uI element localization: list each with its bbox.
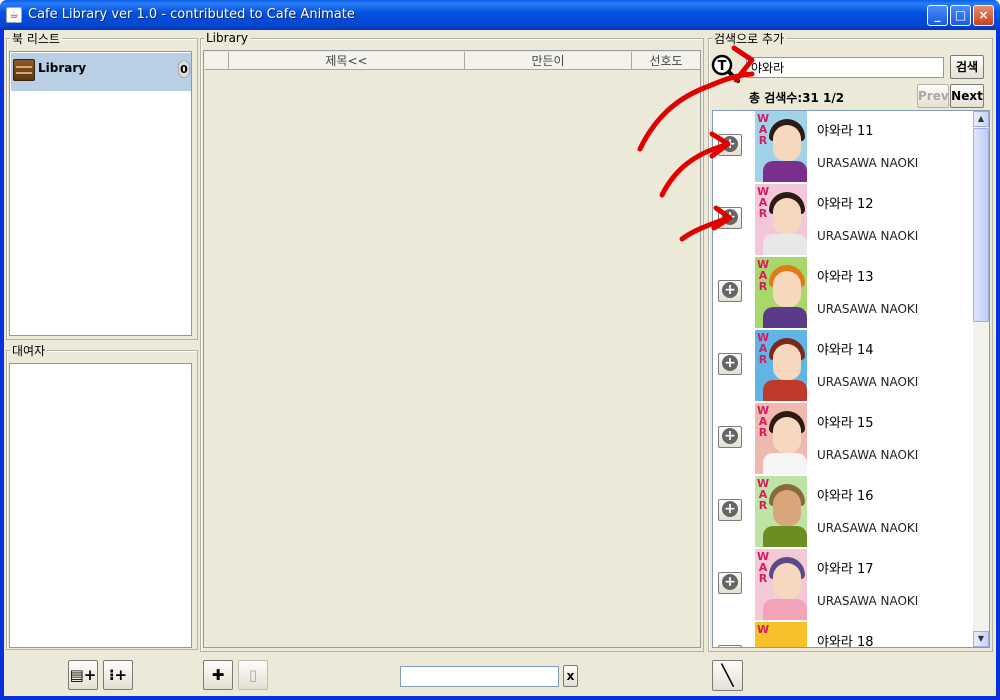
result-author: URASAWA NAOKI	[817, 375, 919, 389]
result-author: URASAWA NAOKI	[817, 302, 919, 316]
result-row: WAR 야와라 12 URASAWA NAOKI	[713, 184, 971, 257]
next-button[interactable]: Next	[950, 84, 984, 108]
booklist[interactable]: Library 0	[9, 51, 192, 336]
booklist-item-library[interactable]: Library 0	[11, 53, 191, 91]
result-title: 야와라 18	[817, 635, 874, 648]
result-title: 야와라 11	[817, 124, 874, 139]
prev-button[interactable]: Prev	[917, 84, 949, 108]
result-row: WAR 야와라 17 URASAWA NAOKI	[713, 549, 971, 622]
svg-text:T: T	[718, 59, 727, 74]
add-result-button[interactable]	[718, 280, 742, 302]
search-input[interactable]	[746, 57, 944, 78]
count-badge: 0	[178, 60, 190, 78]
result-row: WAR 야와라 16 URASAWA NAOKI	[713, 476, 971, 549]
borrower-list[interactable]	[9, 363, 192, 648]
booklist-item-label: Library	[38, 61, 87, 75]
scroll-up-icon[interactable]: ▲	[973, 111, 989, 127]
column-header-rating[interactable]: 선호도	[632, 52, 700, 70]
search-panel-label: 검색으로 추가	[712, 30, 787, 47]
borrower-label: 대여자	[10, 342, 48, 359]
result-title: 야와라 13	[817, 270, 874, 285]
result-title: 야와라 14	[817, 343, 874, 358]
result-title: 야와라 15	[817, 416, 874, 431]
maximize-button[interactable]: □	[950, 5, 971, 26]
book-cover: WAR	[755, 476, 807, 547]
window-title: Cafe Library ver 1.0 - contributed to Ca…	[28, 7, 355, 22]
result-author: URASAWA NAOKI	[817, 229, 919, 243]
bookshelf-icon	[13, 59, 35, 81]
add-booklist-button[interactable]: ▤+	[68, 660, 98, 690]
window-client-area: 북 리스트 Library 0 대여자 Library 제목<< 만든이 선호도…	[4, 30, 996, 696]
result-author: URASAWA NAOKI	[817, 156, 919, 170]
book-cover: WAR	[755, 403, 807, 474]
result-row: WAR 야와라 15 URASAWA NAOKI	[713, 403, 971, 476]
result-row: WAR 야와라 14 URASAWA NAOKI	[713, 330, 971, 403]
result-author: URASAWA NAOKI	[817, 448, 919, 462]
result-count: 총 검색수:31 1/2	[749, 91, 845, 105]
book-cover: WAR	[755, 549, 807, 620]
clear-filter-button[interactable]: x	[563, 665, 578, 687]
result-title: 야와라 16	[817, 489, 874, 504]
result-title: 야와라 17	[817, 562, 874, 577]
pen-icon[interactable]: ╲	[712, 660, 743, 691]
add-result-button[interactable]	[718, 134, 742, 156]
booklist-label: 북 리스트	[10, 30, 62, 47]
result-author: URASAWA NAOKI	[817, 594, 919, 608]
result-title: 야와라 12	[817, 197, 874, 212]
result-author: URASAWA NAOKI	[817, 521, 919, 535]
column-header-author[interactable]: 만든이	[465, 52, 632, 70]
add-result-button[interactable]	[718, 353, 742, 375]
close-button[interactable]: ×	[973, 5, 994, 26]
app-window: ☕ Cafe Library ver 1.0 - contributed to …	[0, 0, 1000, 700]
table-header: 제목<< 만든이 선호도	[205, 52, 700, 70]
add-result-button[interactable]	[718, 645, 742, 647]
column-header-index[interactable]	[205, 52, 229, 70]
add-borrower-button[interactable]: ⁝+	[103, 660, 133, 690]
library-label: Library	[204, 31, 250, 45]
result-row: WAR 야와라 13 URASAWA NAOKI	[713, 257, 971, 330]
library-table[interactable]: 제목<< 만든이 선호도	[203, 50, 701, 648]
scroll-down-icon[interactable]: ▼	[973, 631, 989, 647]
result-row: WAR 야와라 11 URASAWA NAOKI	[713, 111, 971, 184]
book-cover: WAR	[755, 257, 807, 328]
filter-input[interactable]	[400, 666, 559, 687]
book-cover: WAR	[755, 330, 807, 401]
title-bar[interactable]: ☕ Cafe Library ver 1.0 - contributed to …	[0, 0, 1000, 30]
book-cover: WAR	[755, 184, 807, 255]
result-row: W 야와라 18	[713, 622, 971, 648]
scroll-thumb[interactable]	[973, 128, 989, 322]
minimize-button[interactable]: _	[927, 5, 948, 26]
add-result-button[interactable]	[718, 207, 742, 229]
book-cover: W	[755, 622, 807, 647]
card-button[interactable]: ▯	[238, 660, 268, 690]
add-result-button[interactable]	[718, 499, 742, 521]
column-header-title[interactable]: 제목<<	[229, 52, 465, 70]
java-app-icon: ☕	[6, 7, 22, 23]
results-scrollbar[interactable]: ▲ ▼	[973, 111, 989, 647]
search-magnifier-icon: T	[711, 54, 741, 84]
search-results-list[interactable]: WAR 야와라 11 URASAWA NAOKI WAR 야와라 12 URAS…	[712, 110, 990, 648]
add-book-button[interactable]: ✚	[203, 660, 233, 690]
add-result-button[interactable]	[718, 572, 742, 594]
search-button[interactable]: 검색	[950, 55, 984, 79]
book-cover: WAR	[755, 111, 807, 182]
add-result-button[interactable]	[718, 426, 742, 448]
